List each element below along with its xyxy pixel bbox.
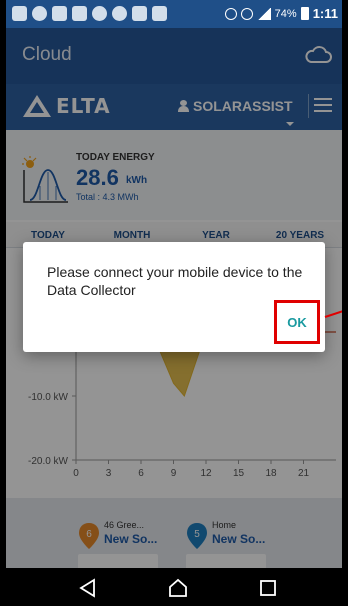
signal-icon	[256, 7, 271, 20]
app-screen: 74% 1:11 Cloud ELTA SOLARASSIST TODAY EN…	[6, 0, 342, 606]
battery-icon	[300, 7, 309, 20]
alarm-icon	[240, 7, 253, 20]
mail-icon	[52, 6, 67, 21]
connect-dialog: Please connect your mobile device to the…	[23, 242, 325, 352]
wifi-icon	[32, 6, 47, 21]
recent-apps-icon[interactable]	[258, 578, 278, 598]
dialog-message: Please connect your mobile device to the…	[47, 264, 303, 298]
status-bar: 74% 1:11	[6, 0, 342, 28]
shield-icon	[92, 6, 107, 21]
diamond-icon	[132, 6, 147, 21]
ok-button[interactable]: OK	[274, 300, 320, 344]
home-icon[interactable]	[168, 578, 188, 598]
back-icon[interactable]	[78, 578, 98, 598]
chat-icon	[112, 6, 127, 21]
battery-percent: 74%	[274, 7, 297, 20]
message-icon	[12, 6, 27, 21]
app-notification-icon	[72, 6, 87, 21]
system-tray: 74% 1:11	[224, 6, 338, 21]
clock: 1:11	[312, 6, 338, 21]
nav-bar	[0, 568, 348, 606]
notification-icons	[12, 6, 167, 21]
nfc-icon	[224, 7, 237, 20]
image-icon	[152, 6, 167, 21]
